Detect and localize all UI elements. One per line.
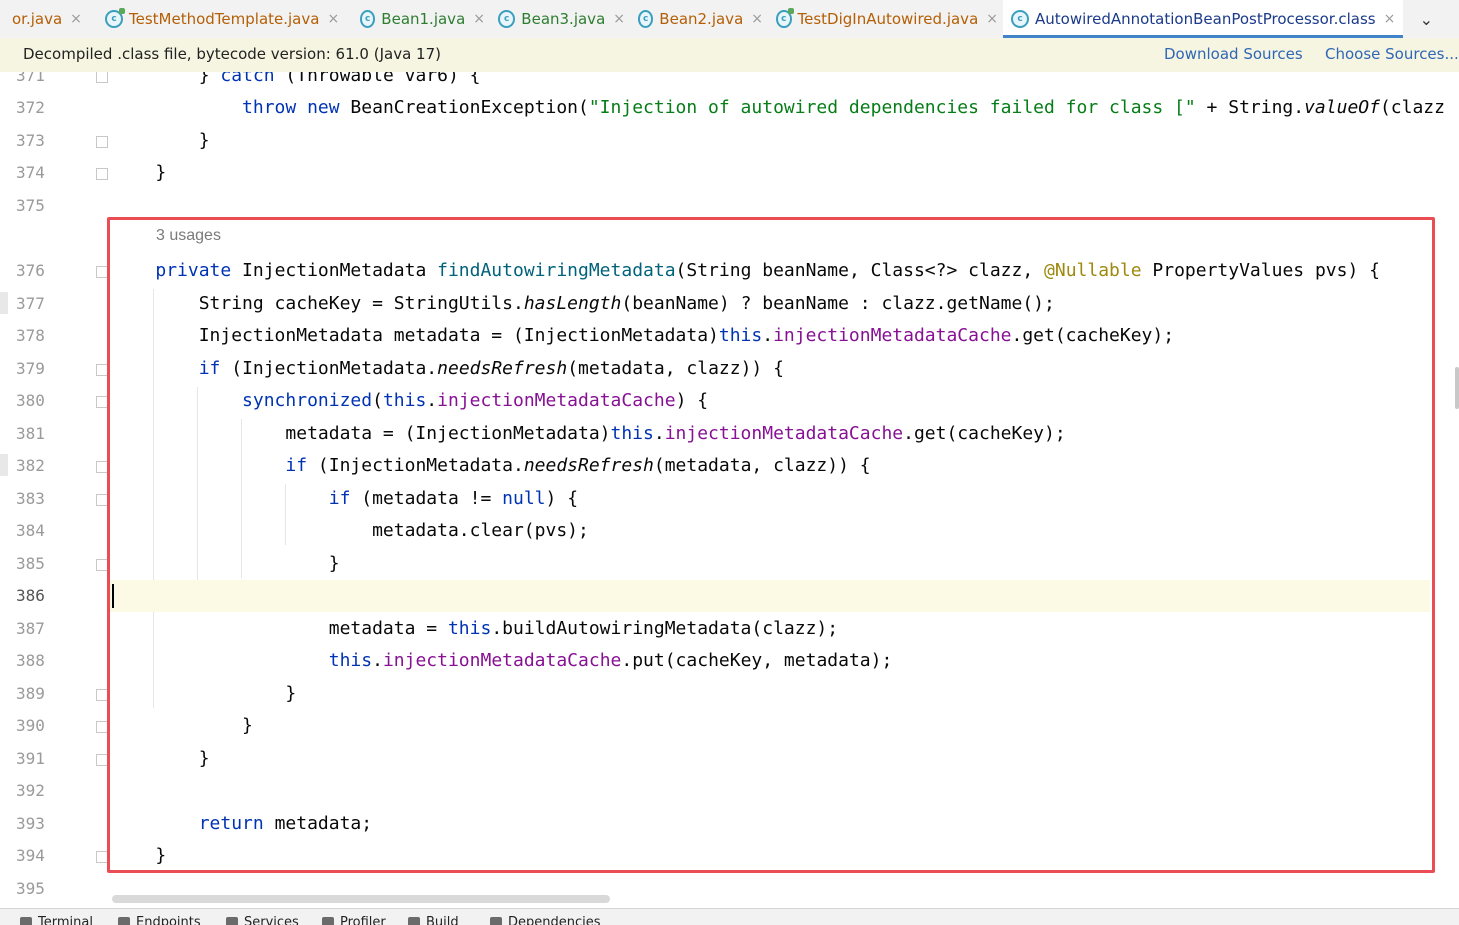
code-token [112,72,199,86]
code-token-it: valueOf [1304,97,1380,118]
tab-label: TestDigInAutowired.java [798,10,979,28]
tab-label: or.java [12,10,62,28]
code-line: } [112,130,210,162]
close-tab-icon[interactable]: × [1384,11,1396,27]
code-token: } [112,162,166,183]
code-token [112,97,242,118]
tab-label: Bean2.java [659,10,743,28]
test-class-icon: c [105,10,123,28]
tab-testmethodtemplate-java[interactable]: c TestMethodTemplate.java × [97,0,347,38]
tab-testdiginautowired-java[interactable]: c TestDigInAutowired.java × [768,0,998,38]
close-tab-icon[interactable]: × [327,11,339,27]
code-token-kw: catch [220,72,274,86]
tab-or-java[interactable]: or.java × [0,0,92,38]
tab-label: Bean1.java [381,10,465,28]
class-icon: c [1011,10,1029,28]
code-token-str: "Injection of autowired dependencies fai… [589,97,1196,118]
tab-label: Bean3.java [521,10,605,28]
tab-bean1-java[interactable]: c Bean1.java × [352,0,485,38]
code-token: BeanCreationException( [340,97,589,118]
close-tab-icon[interactable]: × [70,11,82,27]
class-icon: c [360,10,375,28]
code-line: throw new BeanCreationException("Injecti… [112,97,1445,129]
download-sources-link[interactable]: Download Sources [1164,45,1303,63]
code-token [296,97,307,118]
code-token-kw: new [307,97,340,118]
tab-bean2-java[interactable]: c Bean2.java × [630,0,763,38]
bottom-tool-bar: TerminalEndpointsServicesProfilerBuildDe… [0,908,1459,925]
banner-message: Decompiled .class file, bytecode version… [23,45,441,63]
code-line: } catch (Throwable var6) { [112,72,480,97]
highlight-box [107,217,1435,873]
code-token: } [199,72,221,86]
tab-autowiredannotationbeanpostprocessor-class[interactable]: c AutowiredAnnotationBeanPostProcessor.cl… [1003,0,1403,38]
close-tab-icon[interactable]: × [613,11,625,27]
tab-overflow-chevron-icon[interactable]: ⌄ [1420,10,1433,29]
choose-sources-link[interactable]: Choose Sources... [1325,45,1459,63]
code-token: (Throwable var6) { [275,72,481,86]
class-icon: c [638,10,653,28]
horizontal-scrollbar[interactable] [112,895,610,903]
class-icon: c [498,10,515,28]
code-editor[interactable]: 3713723733743753763773783793803813823833… [0,72,1459,908]
tab-label: AutowiredAnnotationBeanPostProcessor.cla… [1035,10,1376,28]
test-class-icon: c [776,10,792,28]
decompiled-banner: Decompiled .class file, bytecode version… [0,38,1459,73]
close-tab-icon[interactable]: × [473,11,485,27]
code-token-kw: throw [242,97,296,118]
vertical-scrollbar[interactable] [1455,367,1459,409]
code-token: (clazz [1380,97,1445,118]
close-tab-icon[interactable]: × [986,11,998,27]
code-token: + String. [1196,97,1304,118]
tab-bean3-java[interactable]: c Bean3.java × [490,0,625,38]
tab-label: TestMethodTemplate.java [129,10,319,28]
editor-tab-bar: ⌄ or.java × c TestMethodTemplate.java × c Bean… [0,0,1459,39]
code-token: } [112,130,210,151]
code-line: } [112,162,166,194]
close-tab-icon[interactable]: × [751,11,763,27]
